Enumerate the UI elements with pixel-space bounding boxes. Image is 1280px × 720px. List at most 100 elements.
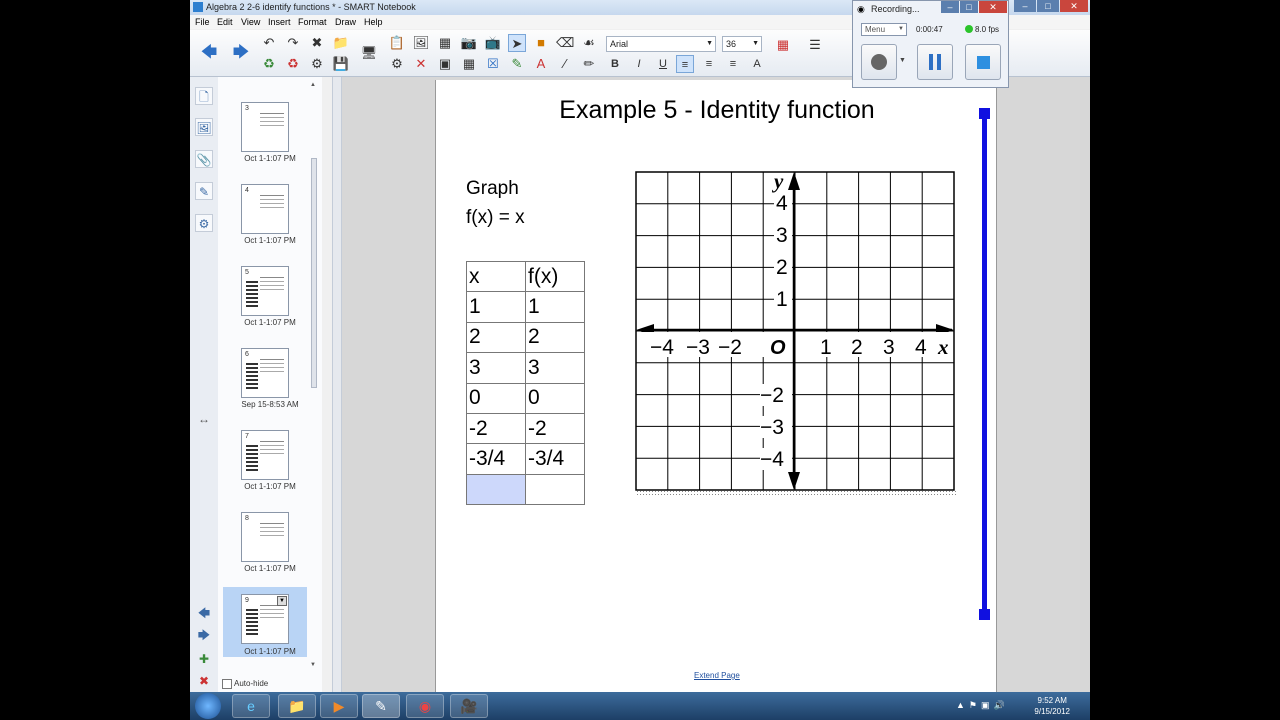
graph-instruction[interactable]: Graph f(x) = x: [466, 174, 525, 232]
record-button[interactable]: [861, 44, 897, 80]
extend-page-link[interactable]: Extend Page: [694, 671, 740, 680]
smart-notebook-taskbar-icon[interactable]: ✎: [362, 694, 400, 718]
media-player-icon[interactable]: ▶: [320, 694, 358, 718]
line-style-icon[interactable]: ☰: [806, 36, 824, 54]
page-thumbnail[interactable]: 5: [241, 266, 289, 316]
table-cell[interactable]: [525, 473, 585, 506]
capture-icon[interactable]: 📷: [460, 34, 478, 52]
function-table[interactable]: x f(x) 1 1 2 2 3 3 0 0 -2 -2 -3/4 -3/4: [466, 260, 585, 506]
color-palette-icon[interactable]: ▦: [774, 36, 792, 54]
table-cell[interactable]: -3/4: [466, 443, 526, 475]
page-thumbnail[interactable]: 4: [241, 184, 289, 234]
table-cell[interactable]: -3/4: [525, 443, 585, 475]
menu-edit[interactable]: Edit: [217, 17, 233, 27]
cut-icon[interactable]: ✕: [412, 55, 430, 73]
italic-button[interactable]: I: [630, 55, 648, 73]
selection-bar[interactable]: [982, 112, 987, 612]
recorder-taskbar-icon[interactable]: 🎥: [450, 694, 488, 718]
fill-icon[interactable]: ☙: [580, 34, 598, 52]
full-screen-icon[interactable]: ▣: [436, 55, 454, 73]
stop-button[interactable]: [965, 44, 1001, 80]
display-screen-icon[interactable]: 🖥: [360, 44, 378, 62]
pens-icon[interactable]: ✎: [508, 55, 526, 73]
bold-button[interactable]: B: [606, 55, 624, 73]
redo-icon[interactable]: ↷: [284, 34, 302, 52]
previous-page-icon[interactable]: 🡄: [200, 44, 218, 62]
page-thumbnail[interactable]: 7: [241, 430, 289, 480]
page-sorter-tab-icon[interactable]: 🗋: [195, 87, 213, 105]
pause-button[interactable]: [917, 44, 953, 80]
menu-insert[interactable]: Insert: [268, 17, 291, 27]
undo-icon[interactable]: ↶: [260, 34, 278, 52]
close-button[interactable]: ✕: [1060, 0, 1088, 12]
properties-icon[interactable]: ⚙: [388, 55, 406, 73]
thumbnail-menu-icon[interactable]: ▼: [277, 596, 287, 606]
properties-tab-icon[interactable]: ✎: [195, 182, 213, 200]
screen-shade-icon[interactable]: ⚙: [308, 55, 326, 73]
text-style-icon[interactable]: A: [748, 55, 766, 73]
table-cell-selected[interactable]: [466, 473, 526, 506]
selection-handle-top[interactable]: [979, 108, 990, 119]
paste-icon[interactable]: 📋: [388, 34, 406, 52]
save-icon[interactable]: 💾: [332, 55, 350, 73]
chrome-icon[interactable]: ◉: [406, 694, 444, 718]
recorder-menu-button[interactable]: Menu ▼: [861, 23, 907, 36]
table-cell[interactable]: 0: [466, 382, 526, 414]
table-cell[interactable]: -2: [466, 412, 526, 445]
insert-picture-icon[interactable]: 🖼: [412, 34, 430, 52]
recorder-maximize-button[interactable]: □: [960, 1, 978, 13]
table-cell[interactable]: 1: [525, 291, 585, 323]
move-sidebar-left-icon[interactable]: 🡄: [195, 604, 213, 622]
auto-hide-checkbox[interactable]: Auto-hide: [222, 679, 268, 689]
attachments-tab-icon[interactable]: 📎: [195, 150, 213, 168]
minimize-button[interactable]: –: [1014, 0, 1036, 12]
scroll-down-icon[interactable]: ▼: [310, 662, 316, 668]
menu-file[interactable]: File: [195, 17, 210, 27]
align-left-icon[interactable]: ≡: [676, 55, 694, 73]
clear-page-icon[interactable]: ♻: [284, 55, 302, 73]
page-heading[interactable]: Example 5 - Identity function: [436, 96, 998, 125]
scroll-up-icon[interactable]: ▲: [310, 82, 316, 88]
next-page-icon[interactable]: 🡆: [232, 44, 250, 62]
delete-page-icon[interactable]: ✖: [195, 672, 213, 690]
select-arrow-icon[interactable]: ➤: [508, 34, 526, 52]
page-thumbnail-current[interactable]: 9 ▼: [241, 594, 289, 644]
table-icon[interactable]: ▦: [436, 34, 454, 52]
menu-draw[interactable]: Draw: [335, 17, 356, 27]
sorter-scrollbar[interactable]: ▲ ▼: [310, 82, 318, 672]
panel-splitter[interactable]: [332, 77, 342, 692]
move-sidebar-right-icon[interactable]: 🡆: [195, 626, 213, 644]
font-name-select[interactable]: Arial ▼: [606, 36, 716, 52]
panel-resize-icon[interactable]: ↔: [195, 410, 213, 428]
page-thumbnail[interactable]: 3: [241, 102, 289, 152]
scroll-thumb[interactable]: [311, 158, 317, 388]
add-page-icon[interactable]: ✚: [195, 650, 213, 668]
page-thumbnail[interactable]: 8: [241, 512, 289, 562]
document-camera-icon[interactable]: 📺: [484, 34, 502, 52]
gallery-tab-icon[interactable]: 🖼: [195, 118, 213, 136]
checkbox-box[interactable]: [222, 679, 232, 689]
delete-icon[interactable]: ✖: [308, 34, 326, 52]
selection-handle-bottom[interactable]: [979, 609, 990, 620]
menu-format[interactable]: Format: [298, 17, 327, 27]
underline-button[interactable]: U: [654, 55, 672, 73]
table-cell[interactable]: 2: [525, 321, 585, 354]
maximize-button[interactable]: □: [1037, 0, 1059, 12]
file-explorer-icon[interactable]: 📁: [278, 694, 316, 718]
table-cell[interactable]: 0: [525, 382, 585, 414]
start-button-icon[interactable]: [195, 693, 221, 719]
system-clock[interactable]: 9:52 AM 9/15/2012: [1034, 695, 1070, 717]
menu-help[interactable]: Help: [364, 17, 383, 27]
table-cell[interactable]: 1: [466, 291, 526, 323]
magic-pen-icon[interactable]: ✏: [580, 55, 598, 73]
shapes-icon[interactable]: ■: [532, 34, 550, 52]
align-center-icon[interactable]: ≡: [700, 55, 718, 73]
table-header-x[interactable]: x: [466, 260, 526, 293]
table-cell[interactable]: -2: [525, 412, 585, 445]
table-cell[interactable]: 3: [466, 352, 526, 384]
align-right-icon[interactable]: ≡: [724, 55, 742, 73]
table-cell[interactable]: 2: [466, 321, 526, 354]
menu-view[interactable]: View: [241, 17, 260, 27]
table-insert-icon[interactable]: ▦: [460, 55, 478, 73]
close-shade-icon[interactable]: ☒: [484, 55, 502, 73]
